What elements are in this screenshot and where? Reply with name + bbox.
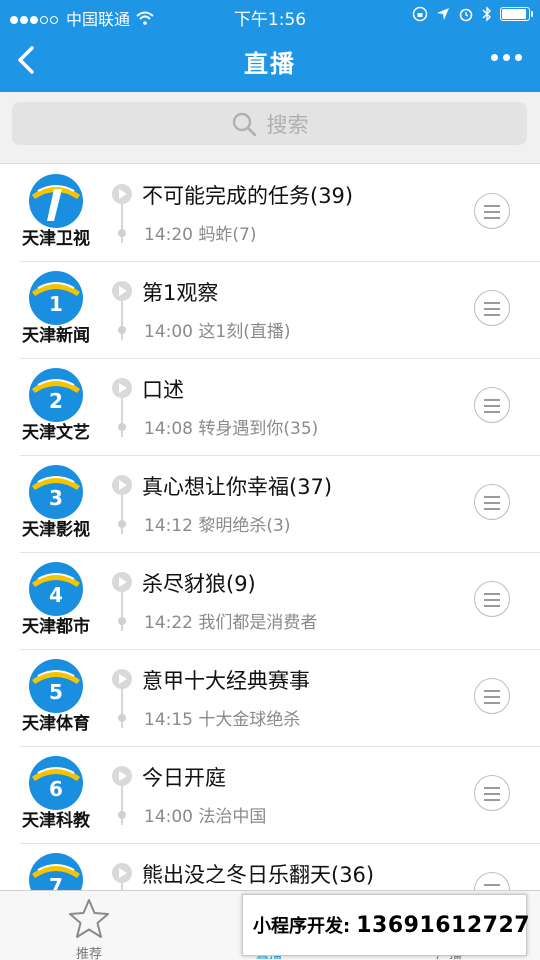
tab-recommend-label: 推荐 [75,947,102,960]
current-program: 意甲十大经典赛事 [142,669,310,693]
more-menu-icon[interactable] [491,54,522,61]
logo-number: 6 [49,777,63,801]
list-menu-icon[interactable] [474,290,510,326]
search-area: 搜索 [0,92,540,164]
status-right [412,6,533,22]
channel-logo-icon: 4 [29,562,83,616]
timeline-dot [118,423,126,431]
search-icon [232,112,256,136]
channel-row[interactable]: 5 天津体育 意甲十大经典赛事 14:15 十大金球绝杀 [0,650,540,747]
play-icon [112,863,132,883]
page-title: 直播 [244,50,296,78]
list-menu-icon[interactable] [474,775,510,811]
current-program: 杀尽豺狼(9) [142,572,256,596]
search-placeholder: 搜索 [266,112,309,137]
channel-row[interactable]: 2 天津文艺 口述 14:08 转身遇到你(35) [0,359,540,456]
star-icon [69,899,109,938]
location-icon [437,8,449,20]
battery-icon [500,7,533,21]
channel-row[interactable]: 6 天津科教 今日开庭 14:00 法治中国 [0,747,540,844]
bluetooth-icon [482,6,491,22]
list-menu-icon[interactable] [474,193,510,229]
timeline-dot [118,229,126,237]
channel-list: 天津卫视 不可能完成的任务(39) 14:20 蚂蚱(7) 1 天津新闻 第1观… [0,165,540,941]
current-program: 第1观察 [142,281,219,305]
channel-row[interactable]: 天津卫视 不可能完成的任务(39) 14:20 蚂蚱(7) [0,165,540,262]
channel-name: 天津科教 [22,811,90,831]
list-menu-icon[interactable] [474,678,510,714]
next-program: 14:00 这1刻(直播) [144,322,291,342]
next-program: 14:15 十大金球绝杀 [144,710,301,730]
channel-name: 天津影视 [22,520,90,540]
list-menu-icon[interactable] [474,387,510,423]
tab-recommend[interactable]: 推荐 [29,891,149,960]
current-program: 口述 [142,378,184,402]
channel-logo-icon [29,174,83,228]
channel-name: 天津都市 [22,617,90,637]
channel-logo-icon: 6 [29,756,83,810]
timeline-dot [118,811,126,819]
channel-row[interactable]: 3 天津影视 真心想让你幸福(37) 14:12 黎明绝杀(3) [0,456,540,553]
play-icon [112,572,132,592]
next-program: 14:20 蚂蚱(7) [144,225,257,245]
logo-number: 4 [49,583,63,607]
alarm-icon [459,8,473,22]
play-icon [112,669,132,689]
next-program: 14:12 黎明绝杀(3) [144,516,291,536]
battery-fill [502,9,526,19]
channel-logo-icon: 1 [29,271,83,325]
top-bar: 中国联通 下午1:56 直播 [0,0,540,92]
play-icon [112,378,132,398]
timeline-dot [118,714,126,722]
current-program: 真心想让你幸福(37) [142,475,333,499]
rotation-lock-icon [412,6,428,22]
play-icon [112,475,132,495]
channel-logo-icon: 5 [29,659,83,713]
play-icon [112,184,132,204]
status-bar: 中国联通 下午1:56 [0,0,540,30]
current-program: 不可能完成的任务(39) [142,184,354,208]
next-program: 14:08 转身遇到你(35) [144,419,319,439]
timeline-dot [118,520,126,528]
list-menu-icon[interactable] [474,484,510,520]
next-program: 14:00 法治中国 [144,807,267,827]
channel-name: 天津新闻 [22,326,90,346]
play-icon [112,766,132,786]
promo-phone: 13691612727 [356,912,531,938]
play-icon [112,281,132,301]
promo-banner: 小程序开发: 13691612727 [242,894,531,956]
search-input[interactable]: 搜索 [12,102,527,145]
channel-name: 天津体育 [22,714,90,734]
promo-label: 小程序开发: [253,916,351,937]
channel-row[interactable]: 1 天津新闻 第1观察 14:00 这1刻(直播) [0,262,540,359]
next-program: 14:22 我们都是消费者 [144,613,318,633]
logo-number: 5 [49,680,63,704]
timeline-dot [118,617,126,625]
logo-number: 3 [49,486,63,510]
logo-number: 1 [49,292,63,316]
list-menu-icon[interactable] [474,581,510,617]
current-program: 今日开庭 [142,766,226,790]
channel-logo-icon: 2 [29,368,83,422]
channel-row[interactable]: 4 天津都市 杀尽豺狼(9) 14:22 我们都是消费者 [0,553,540,650]
logo-number: 2 [49,389,63,413]
channel-name: 天津文艺 [22,423,90,443]
current-program: 熊出没之冬日乐翻天(36) [142,863,375,887]
channel-logo-icon: 3 [29,465,83,519]
timeline-dot [118,326,126,334]
channel-name: 天津卫视 [22,229,90,249]
